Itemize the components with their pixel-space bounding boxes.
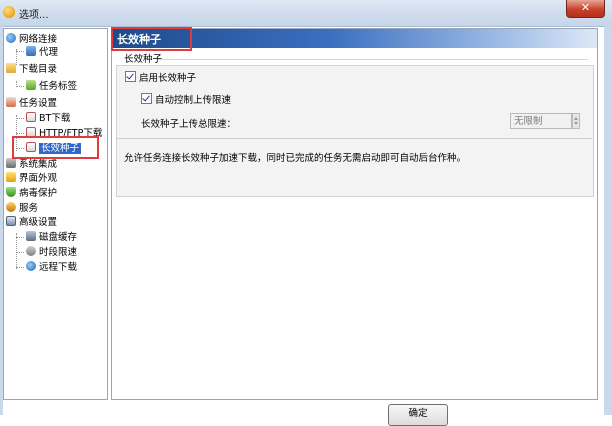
auto-upload-limit-checkbox[interactable]: 自动控制上传限速	[141, 93, 232, 106]
panel-divider	[116, 138, 592, 139]
tree-item-virus[interactable]: 病毒保护	[6, 186, 57, 201]
bt-icon	[26, 112, 36, 122]
tree-item-appearance[interactable]: 界面外观	[6, 171, 57, 186]
settings-panel: 长效种子 长效种子 启用长效种子 自动控制上传限速 长效种子上传总限速： 无限制…	[111, 27, 598, 400]
tree-item-download-dir[interactable]: 下载目录	[6, 62, 57, 77]
tree-connector	[16, 233, 17, 269]
tree-item-task-tag[interactable]: 任务标签	[26, 79, 77, 94]
annotation-box-tree	[12, 136, 99, 159]
tree-item-bt[interactable]: BT下载	[26, 111, 70, 126]
advanced-icon	[6, 216, 16, 226]
disk-icon	[26, 231, 36, 241]
settings-tree: 网络连接 代理 下载目录 任务标签 任务设置 BT下载 HTTP/FTP下载 长…	[3, 28, 108, 400]
tree-item-proxy[interactable]: 代理	[26, 45, 58, 60]
tree-connector	[16, 252, 24, 253]
task-icon	[6, 97, 16, 107]
close-button[interactable]: ✕	[566, 0, 605, 18]
tree-item-service[interactable]: 服务	[6, 201, 38, 216]
tag-icon	[26, 80, 36, 90]
group-label: 长效种子	[124, 54, 163, 65]
tree-connector	[16, 118, 24, 119]
tree-connector	[16, 237, 24, 238]
ok-button[interactable]: 确定	[388, 404, 448, 426]
remote-icon	[26, 261, 36, 271]
total-upload-limit-spinner[interactable]	[572, 113, 580, 129]
checkbox-box	[125, 71, 136, 82]
tree-item-remote[interactable]: 远程下载	[26, 260, 77, 275]
proxy-icon	[26, 46, 36, 56]
auto-upload-limit-label: 自动控制上传限速	[155, 95, 232, 106]
long-seed-description: 允许任务连接长效种子加速下载，同时已完成的任务无需启动即可自动后台作种。	[124, 153, 467, 164]
app-icon	[3, 6, 15, 18]
tree-item-time-limit[interactable]: 时段限速	[26, 245, 77, 260]
window-title: 选项...	[19, 10, 49, 21]
tree-connector	[16, 133, 24, 134]
tree-connector	[16, 51, 24, 52]
appearance-icon	[6, 172, 16, 182]
settings-group	[116, 65, 594, 197]
enable-long-seed-checkbox[interactable]: 启用长效种子	[125, 71, 197, 84]
window-titlebar: 选项... ✕	[0, 0, 612, 27]
service-icon	[6, 202, 16, 212]
close-icon: ✕	[580, 1, 591, 14]
enable-long-seed-label: 启用长效种子	[139, 73, 197, 84]
tree-connector	[16, 86, 24, 87]
tree-item-task-settings[interactable]: 任务设置	[6, 96, 57, 111]
tree-connector	[16, 267, 24, 268]
tree-item-advanced[interactable]: 高级设置	[6, 215, 57, 230]
tree-item-system[interactable]: 系统集成	[6, 157, 57, 172]
system-icon	[6, 158, 16, 168]
checkbox-box	[141, 93, 152, 104]
folder-icon	[6, 63, 16, 73]
annotation-box-header	[111, 27, 192, 51]
group-rule	[158, 59, 588, 60]
tree-item-disk-cache[interactable]: 磁盘缓存	[26, 230, 77, 245]
total-upload-limit-label: 长效种子上传总限速：	[141, 119, 237, 130]
globe-icon	[6, 33, 16, 43]
window-frame-right	[604, 26, 612, 415]
clock-icon	[26, 246, 36, 256]
shield-icon	[6, 187, 16, 197]
total-upload-limit-input[interactable]: 无限制	[510, 113, 572, 129]
